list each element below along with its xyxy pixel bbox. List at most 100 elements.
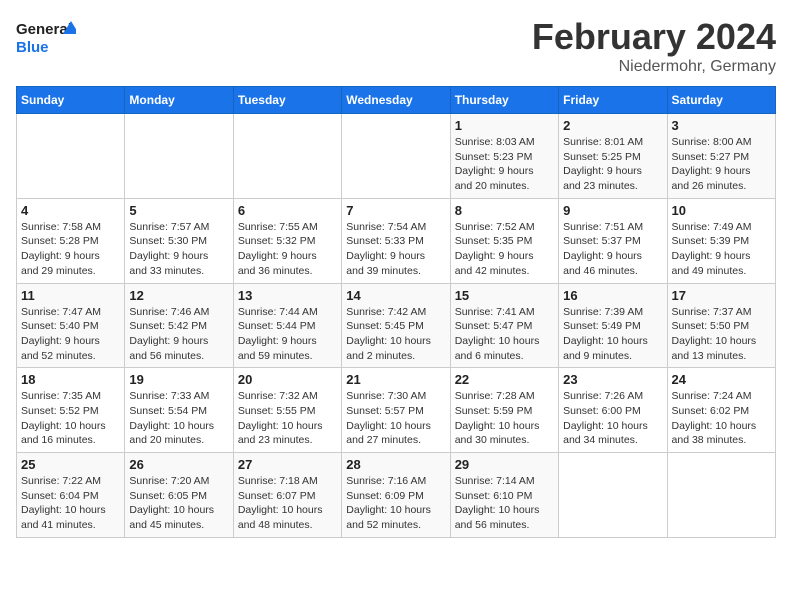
day-number: 11 bbox=[21, 288, 120, 303]
day-info: Sunrise: 7:33 AM Sunset: 5:54 PM Dayligh… bbox=[129, 389, 228, 448]
day-number: 4 bbox=[21, 203, 120, 218]
weekday-header-wednesday: Wednesday bbox=[342, 87, 450, 114]
month-title: February 2024 bbox=[532, 16, 776, 58]
day-number: 2 bbox=[563, 118, 662, 133]
week-row-4: 25 Sunrise: 7:22 AM Sunset: 6:04 PM Dayli… bbox=[17, 453, 776, 538]
day-number: 5 bbox=[129, 203, 228, 218]
calendar-cell: 9 Sunrise: 7:51 AM Sunset: 5:37 PM Daylig… bbox=[559, 198, 667, 283]
calendar-cell: 8 Sunrise: 7:52 AM Sunset: 5:35 PM Daylig… bbox=[450, 198, 558, 283]
day-info: Sunrise: 7:41 AM Sunset: 5:47 PM Dayligh… bbox=[455, 305, 554, 364]
day-info: Sunrise: 7:54 AM Sunset: 5:33 PM Dayligh… bbox=[346, 220, 445, 279]
day-number: 22 bbox=[455, 372, 554, 387]
calendar-table: SundayMondayTuesdayWednesdayThursdayFrid… bbox=[16, 86, 776, 538]
day-number: 9 bbox=[563, 203, 662, 218]
week-row-0: 1 Sunrise: 8:03 AM Sunset: 5:23 PM Daylig… bbox=[17, 114, 776, 199]
day-info: Sunrise: 7:55 AM Sunset: 5:32 PM Dayligh… bbox=[238, 220, 337, 279]
calendar-cell bbox=[342, 114, 450, 199]
calendar-cell bbox=[125, 114, 233, 199]
location-title: Niedermohr, Germany bbox=[532, 58, 776, 76]
day-number: 29 bbox=[455, 457, 554, 472]
calendar-cell: 18Sunrise: 7:35 AM Sunset: 5:52 PM Dayli… bbox=[17, 368, 125, 453]
calendar-header: SundayMondayTuesdayWednesdayThursdayFrid… bbox=[17, 87, 776, 114]
calendar-cell: 16 Sunrise: 7:39 AM Sunset: 5:49 PM Dayli… bbox=[559, 283, 667, 368]
title-area: February 2024 Niedermohr, Germany bbox=[532, 16, 776, 76]
day-number: 26 bbox=[129, 457, 228, 472]
calendar-body: 1 Sunrise: 8:03 AM Sunset: 5:23 PM Daylig… bbox=[17, 114, 776, 538]
logo-svg: General Blue bbox=[16, 16, 76, 60]
day-number: 27 bbox=[238, 457, 337, 472]
day-number: 20 bbox=[238, 372, 337, 387]
calendar-cell bbox=[233, 114, 341, 199]
day-info: Sunrise: 7:49 AM Sunset: 5:39 PM Dayligh… bbox=[672, 220, 771, 279]
day-info: Sunrise: 7:28 AM Sunset: 5:59 PM Dayligh… bbox=[455, 389, 554, 448]
day-info: Sunrise: 7:52 AM Sunset: 5:35 PM Dayligh… bbox=[455, 220, 554, 279]
day-number: 6 bbox=[238, 203, 337, 218]
calendar-cell bbox=[667, 453, 775, 538]
day-info: Sunrise: 7:42 AM Sunset: 5:45 PM Dayligh… bbox=[346, 305, 445, 364]
day-info: Sunrise: 8:01 AM Sunset: 5:25 PM Dayligh… bbox=[563, 135, 662, 194]
day-info: Sunrise: 7:51 AM Sunset: 5:37 PM Dayligh… bbox=[563, 220, 662, 279]
day-info: Sunrise: 7:24 AM Sunset: 6:02 PM Dayligh… bbox=[672, 389, 771, 448]
weekday-header-saturday: Saturday bbox=[667, 87, 775, 114]
day-number: 23 bbox=[563, 372, 662, 387]
weekday-header-thursday: Thursday bbox=[450, 87, 558, 114]
day-info: Sunrise: 7:16 AM Sunset: 6:09 PM Dayligh… bbox=[346, 474, 445, 533]
calendar-cell: 23 Sunrise: 7:26 AM Sunset: 6:00 PM Dayli… bbox=[559, 368, 667, 453]
calendar-cell: 14Sunrise: 7:42 AM Sunset: 5:45 PM Dayli… bbox=[342, 283, 450, 368]
calendar-cell: 29 Sunrise: 7:14 AM Sunset: 6:10 PM Dayli… bbox=[450, 453, 558, 538]
calendar-cell bbox=[17, 114, 125, 199]
day-info: Sunrise: 7:44 AM Sunset: 5:44 PM Dayligh… bbox=[238, 305, 337, 364]
svg-text:General: General bbox=[16, 21, 72, 38]
calendar-cell: 5 Sunrise: 7:57 AM Sunset: 5:30 PM Daylig… bbox=[125, 198, 233, 283]
day-number: 17 bbox=[672, 288, 771, 303]
week-row-3: 18Sunrise: 7:35 AM Sunset: 5:52 PM Dayli… bbox=[17, 368, 776, 453]
day-info: Sunrise: 8:03 AM Sunset: 5:23 PM Dayligh… bbox=[455, 135, 554, 194]
calendar-cell: 15 Sunrise: 7:41 AM Sunset: 5:47 PM Dayli… bbox=[450, 283, 558, 368]
day-info: Sunrise: 7:58 AM Sunset: 5:28 PM Dayligh… bbox=[21, 220, 120, 279]
day-info: Sunrise: 7:35 AM Sunset: 5:52 PM Dayligh… bbox=[21, 389, 120, 448]
weekday-header-monday: Monday bbox=[125, 87, 233, 114]
day-number: 12 bbox=[129, 288, 228, 303]
calendar-cell bbox=[559, 453, 667, 538]
day-info: Sunrise: 7:32 AM Sunset: 5:55 PM Dayligh… bbox=[238, 389, 337, 448]
day-number: 16 bbox=[563, 288, 662, 303]
day-info: Sunrise: 7:57 AM Sunset: 5:30 PM Dayligh… bbox=[129, 220, 228, 279]
day-info: Sunrise: 8:00 AM Sunset: 5:27 PM Dayligh… bbox=[672, 135, 771, 194]
calendar-cell: 24 Sunrise: 7:24 AM Sunset: 6:02 PM Dayli… bbox=[667, 368, 775, 453]
calendar-cell: 10Sunrise: 7:49 AM Sunset: 5:39 PM Dayli… bbox=[667, 198, 775, 283]
day-number: 3 bbox=[672, 118, 771, 133]
day-info: Sunrise: 7:20 AM Sunset: 6:05 PM Dayligh… bbox=[129, 474, 228, 533]
calendar-cell: 1 Sunrise: 8:03 AM Sunset: 5:23 PM Daylig… bbox=[450, 114, 558, 199]
day-number: 25 bbox=[21, 457, 120, 472]
day-number: 13 bbox=[238, 288, 337, 303]
day-info: Sunrise: 7:37 AM Sunset: 5:50 PM Dayligh… bbox=[672, 305, 771, 364]
day-number: 21 bbox=[346, 372, 445, 387]
calendar-cell: 4 Sunrise: 7:58 AM Sunset: 5:28 PM Daylig… bbox=[17, 198, 125, 283]
weekday-row: SundayMondayTuesdayWednesdayThursdayFrid… bbox=[17, 87, 776, 114]
day-info: Sunrise: 7:39 AM Sunset: 5:49 PM Dayligh… bbox=[563, 305, 662, 364]
day-info: Sunrise: 7:14 AM Sunset: 6:10 PM Dayligh… bbox=[455, 474, 554, 533]
calendar-cell: 13 Sunrise: 7:44 AM Sunset: 5:44 PM Dayli… bbox=[233, 283, 341, 368]
logo: General Blue bbox=[16, 16, 76, 60]
calendar-cell: 12Sunrise: 7:46 AM Sunset: 5:42 PM Dayli… bbox=[125, 283, 233, 368]
weekday-header-friday: Friday bbox=[559, 87, 667, 114]
day-number: 24 bbox=[672, 372, 771, 387]
day-info: Sunrise: 7:26 AM Sunset: 6:00 PM Dayligh… bbox=[563, 389, 662, 448]
day-number: 7 bbox=[346, 203, 445, 218]
day-number: 15 bbox=[455, 288, 554, 303]
week-row-1: 4 Sunrise: 7:58 AM Sunset: 5:28 PM Daylig… bbox=[17, 198, 776, 283]
calendar-cell: 27Sunrise: 7:18 AM Sunset: 6:07 PM Dayli… bbox=[233, 453, 341, 538]
weekday-header-sunday: Sunday bbox=[17, 87, 125, 114]
day-info: Sunrise: 7:22 AM Sunset: 6:04 PM Dayligh… bbox=[21, 474, 120, 533]
calendar-cell: 20 Sunrise: 7:32 AM Sunset: 5:55 PM Dayli… bbox=[233, 368, 341, 453]
calendar-cell: 11Sunrise: 7:47 AM Sunset: 5:40 PM Dayli… bbox=[17, 283, 125, 368]
calendar-cell: 25 Sunrise: 7:22 AM Sunset: 6:04 PM Dayli… bbox=[17, 453, 125, 538]
week-row-2: 11Sunrise: 7:47 AM Sunset: 5:40 PM Dayli… bbox=[17, 283, 776, 368]
calendar-cell: 2 Sunrise: 8:01 AM Sunset: 5:25 PM Daylig… bbox=[559, 114, 667, 199]
day-number: 19 bbox=[129, 372, 228, 387]
day-number: 8 bbox=[455, 203, 554, 218]
day-number: 1 bbox=[455, 118, 554, 133]
calendar-cell: 17 Sunrise: 7:37 AM Sunset: 5:50 PM Dayli… bbox=[667, 283, 775, 368]
day-number: 28 bbox=[346, 457, 445, 472]
calendar-cell: 19 Sunrise: 7:33 AM Sunset: 5:54 PM Dayli… bbox=[125, 368, 233, 453]
